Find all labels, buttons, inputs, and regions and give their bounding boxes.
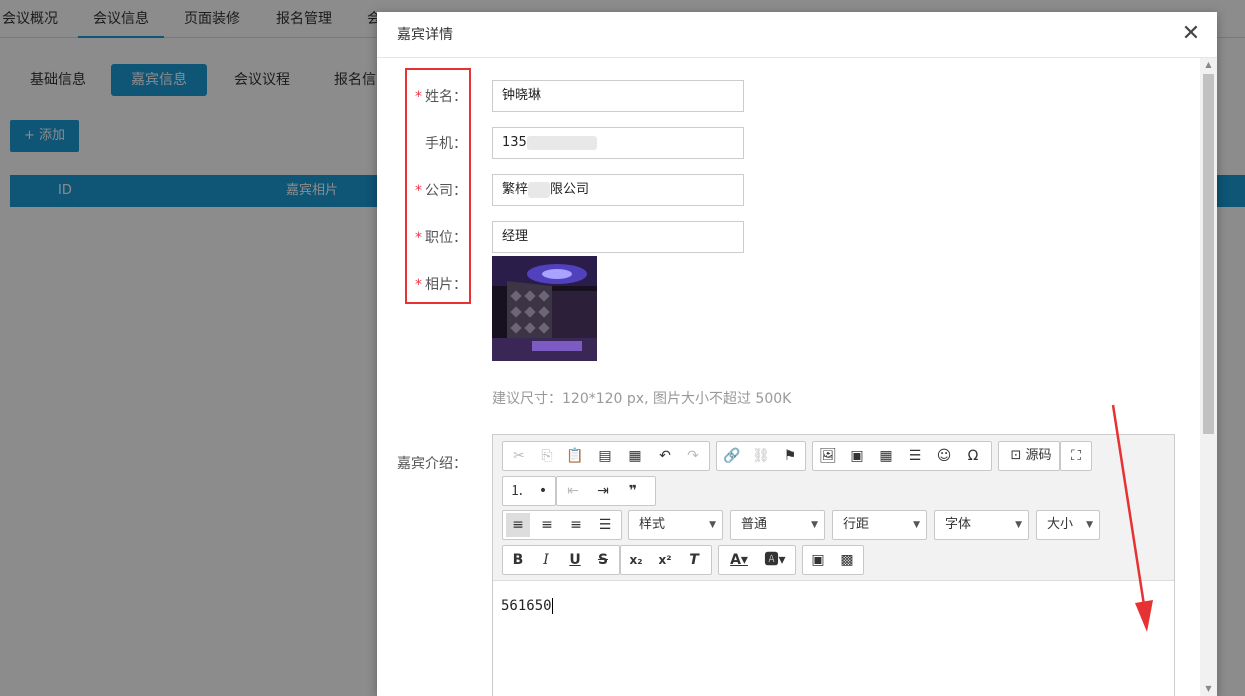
scroll-up-icon[interactable]: ▲ — [1200, 58, 1217, 72]
company-field[interactable]: 繁梓 限公司 — [492, 174, 744, 206]
chevron-down-icon: ▼ — [811, 520, 818, 530]
toolbar-group-align: ≡ ≡ ≡ ☰ — [502, 510, 622, 540]
toolbar-group-edit: ✂ ⎘ 📋 ▤ ▦ ↶ ↷ — [502, 441, 710, 471]
bold-icon[interactable]: B — [506, 548, 530, 572]
phone-field[interactable]: 135 — [492, 127, 744, 159]
horizontal-rule-icon[interactable]: ☰ — [903, 444, 927, 468]
paste-word-icon[interactable]: ▦ — [623, 444, 647, 468]
size-select[interactable]: 大小 ▼ — [1036, 510, 1100, 540]
intro-label: 嘉宾介绍： — [397, 456, 467, 472]
toolbar-group-indent: ⇤ ⇥ ❞ — [556, 476, 656, 506]
emoji-icon[interactable]: ☺ — [932, 444, 956, 468]
modal-scrollbar[interactable]: ▲ ▼ — [1200, 58, 1217, 696]
bullet-list-icon[interactable]: • — [531, 479, 555, 503]
align-center-icon[interactable]: ≡ — [535, 513, 559, 537]
paste-text-icon[interactable]: ▤ — [593, 444, 617, 468]
indent-icon[interactable]: ⇥ — [591, 479, 615, 503]
editor-content[interactable]: 561650 — [493, 582, 1174, 696]
format-select[interactable]: 普通 ▼ — [730, 510, 825, 540]
italic-icon[interactable]: I — [534, 548, 558, 572]
source-icon: ⊡ — [1010, 448, 1022, 463]
font-select[interactable]: 字体 ▼ — [934, 510, 1029, 540]
underline-icon[interactable]: U — [563, 548, 587, 572]
toolbar-group-color: A▾ 🅰▾ — [718, 545, 796, 575]
cut-icon[interactable]: ✂ — [507, 444, 531, 468]
special-char-icon[interactable]: Ω — [961, 444, 985, 468]
toolbar-group-insert: 🖼 ▣ ▦ ☰ ☺ Ω — [812, 441, 992, 471]
strikethrough-icon[interactable]: S — [591, 548, 615, 572]
photo-image — [492, 256, 597, 361]
toolbar-group-text-style: B I U S — [502, 545, 620, 575]
redacted-area — [526, 135, 597, 150]
gallery-icon[interactable]: ▣ — [845, 444, 869, 468]
toolbar-group-fullscreen: ⛶ — [1060, 441, 1092, 471]
insert-image-icon[interactable]: ▣ — [806, 548, 830, 572]
undo-icon[interactable]: ↶ — [653, 444, 677, 468]
toolbar-group-media: ▣ ▩ — [802, 545, 864, 575]
chevron-down-icon: ▼ — [1086, 520, 1093, 530]
rich-text-editor: ✂ ⎘ 📋 ▤ ▦ ↶ ↷ 🔗 ⛓ ⚑ 🖼 ▣ ▦ ☰ ☺ Ω ⊡ 源码 ⛶ ⒈… — [492, 434, 1175, 696]
modal-body: * 姓名： 钟晓琳 手机： 135 * 公司： 繁梓 限公司 * 职位： 经理 * 相片： — [377, 58, 1200, 696]
modal-title: 嘉宾详情 — [397, 27, 453, 43]
redo-icon[interactable]: ↷ — [681, 444, 705, 468]
align-justify-icon[interactable]: ☰ — [593, 513, 617, 537]
toolbar-group-lists: ⒈ • — [502, 476, 556, 506]
unlink-icon[interactable]: ⛓ — [749, 444, 773, 468]
align-right-icon[interactable]: ≡ — [564, 513, 588, 537]
name-field[interactable]: 钟晓琳 — [492, 80, 744, 112]
blockquote-icon[interactable]: ❞ — [621, 479, 645, 503]
background-color-icon[interactable]: 🅰▾ — [759, 548, 791, 572]
scroll-down-icon[interactable]: ▼ — [1200, 682, 1217, 696]
qrcode-icon[interactable]: ▩ — [835, 548, 859, 572]
copy-icon[interactable]: ⎘ — [535, 444, 559, 468]
toolbar-group-link: 🔗 ⛓ ⚑ — [716, 441, 806, 471]
remove-format-icon[interactable]: T — [682, 548, 706, 572]
scrollbar-thumb[interactable] — [1203, 74, 1214, 434]
text-color-icon[interactable]: A▾ — [723, 548, 755, 572]
modal-header: 嘉宾详情 ✕ — [377, 12, 1217, 58]
image-icon[interactable]: 🖼 — [816, 444, 840, 468]
editor-toolbar: ✂ ⎘ 📋 ▤ ▦ ↶ ↷ 🔗 ⛓ ⚑ 🖼 ▣ ▦ ☰ ☺ Ω ⊡ 源码 ⛶ ⒈… — [493, 435, 1174, 581]
chevron-down-icon: ▼ — [1015, 520, 1022, 530]
toolbar-group-script: x₂ x² T — [620, 545, 712, 575]
outdent-icon[interactable]: ⇤ — [561, 479, 585, 503]
align-left-icon[interactable]: ≡ — [506, 513, 530, 537]
highlight-box — [405, 68, 471, 304]
paste-icon[interactable]: 📋 — [563, 444, 587, 468]
guest-photo[interactable] — [492, 256, 597, 361]
chevron-down-icon: ▼ — [913, 520, 920, 530]
ordered-list-icon[interactable]: ⒈ — [505, 479, 529, 503]
photo-size-hint: 建议尺寸：120*120 px, 图片大小不超过 500K — [492, 391, 792, 407]
subscript-icon[interactable]: x₂ — [624, 548, 648, 572]
anchor-flag-icon[interactable]: ⚑ — [778, 444, 802, 468]
phone-value: 135 — [502, 135, 527, 150]
fullscreen-icon[interactable]: ⛶ — [1064, 444, 1088, 468]
source-button[interactable]: ⊡ 源码 — [1002, 444, 1060, 468]
close-icon[interactable]: ✕ — [1179, 22, 1203, 46]
line-height-select[interactable]: 行距 ▼ — [832, 510, 927, 540]
style-select[interactable]: 样式 ▼ — [628, 510, 723, 540]
superscript-icon[interactable]: x² — [653, 548, 677, 572]
position-field[interactable]: 经理 — [492, 221, 744, 253]
link-icon[interactable]: 🔗 — [720, 444, 744, 468]
chevron-down-icon: ▼ — [709, 520, 716, 530]
guest-detail-modal: 嘉宾详情 ✕ * 姓名： 钟晓琳 手机： 135 * 公司： 繁梓 限公司 * 职位： … — [377, 12, 1217, 696]
toolbar-group-source: ⊡ 源码 — [998, 441, 1060, 471]
table-icon[interactable]: ▦ — [874, 444, 898, 468]
redacted-area — [528, 181, 551, 198]
text-cursor — [551, 598, 553, 614]
